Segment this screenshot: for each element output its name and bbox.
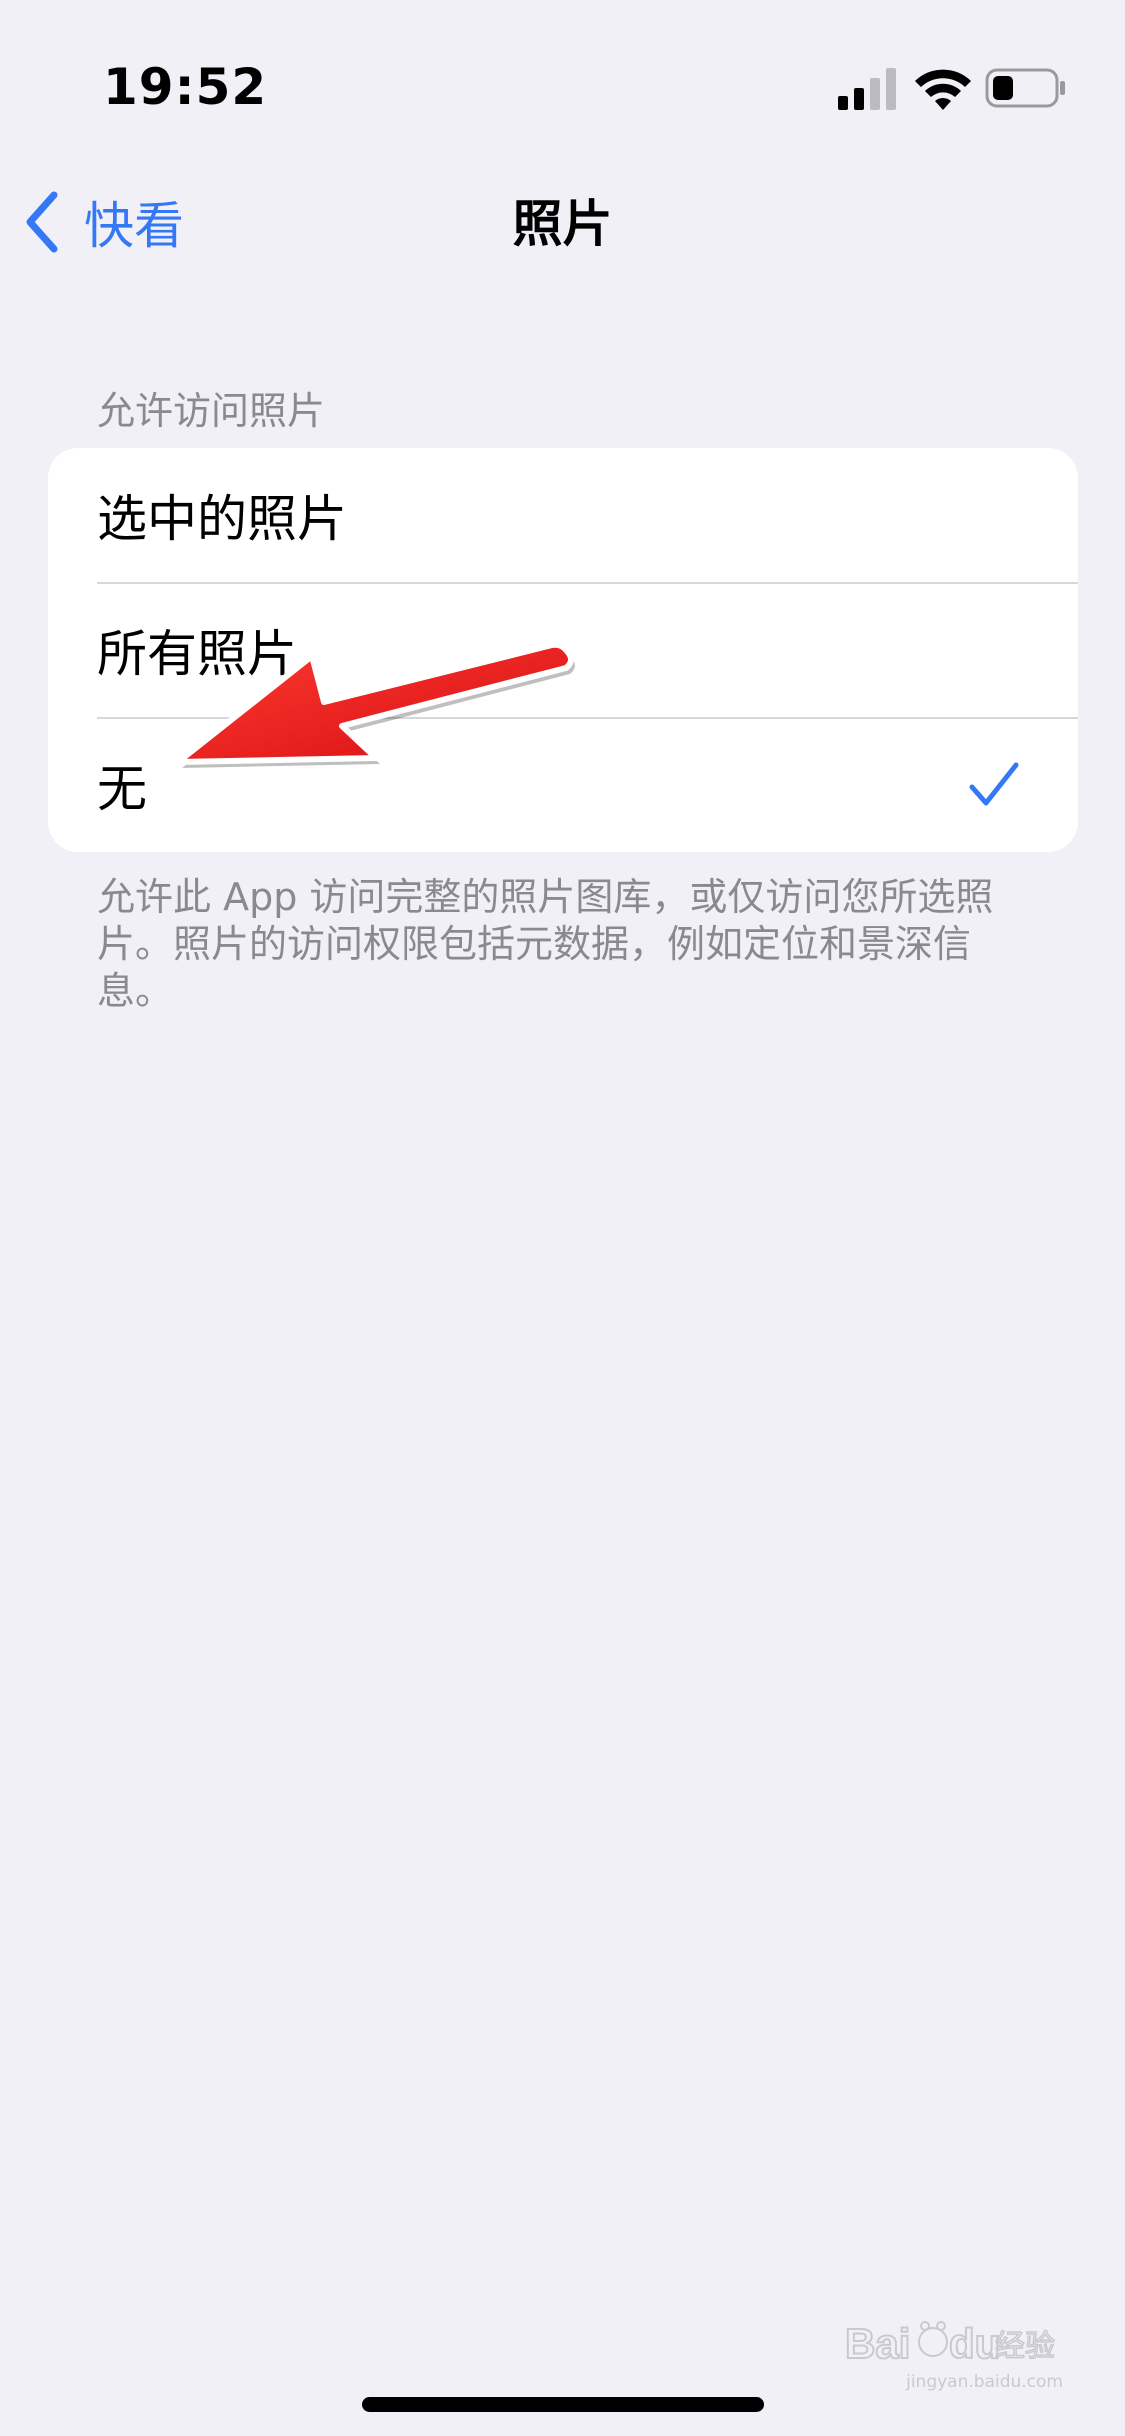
svg-text:du: du	[949, 2320, 1000, 2367]
watermark-url: jingyan.baidu.com	[906, 2372, 1063, 2392]
option-selected-photos[interactable]: 选中的照片	[48, 448, 1078, 582]
signal-icon	[838, 68, 896, 110]
status-time: 19:52	[103, 58, 268, 116]
section-footer: 允许此 App 访问完整的照片图库，或仅访问您所选照片。照片的访问权限包括元数据…	[97, 875, 994, 1013]
svg-text:经验: 经验	[995, 2329, 1055, 2364]
wifi-icon	[915, 69, 971, 110]
home-indicator[interactable]	[362, 2397, 764, 2412]
section-header: 允许访问照片	[97, 389, 326, 433]
option-label: 选中的照片	[97, 490, 347, 548]
navigation-bar: 快看 照片	[0, 170, 1125, 270]
baidu-jingyan-watermark: Bai du 经验	[845, 2319, 1056, 2368]
checkmark-icon	[969, 762, 1019, 806]
svg-text:Bai: Bai	[845, 2320, 910, 2367]
settings-screen: 19:52 快看 照片 允许访问照片 选中的照片 所有照片 无 允许此 App …	[0, 0, 1125, 2436]
status-bar: 19:52	[0, 0, 1125, 140]
option-label: 无	[97, 760, 147, 818]
annotation-arrow-icon	[175, 641, 575, 768]
battery-icon	[985, 68, 1065, 108]
page-title: 照片	[512, 195, 613, 253]
